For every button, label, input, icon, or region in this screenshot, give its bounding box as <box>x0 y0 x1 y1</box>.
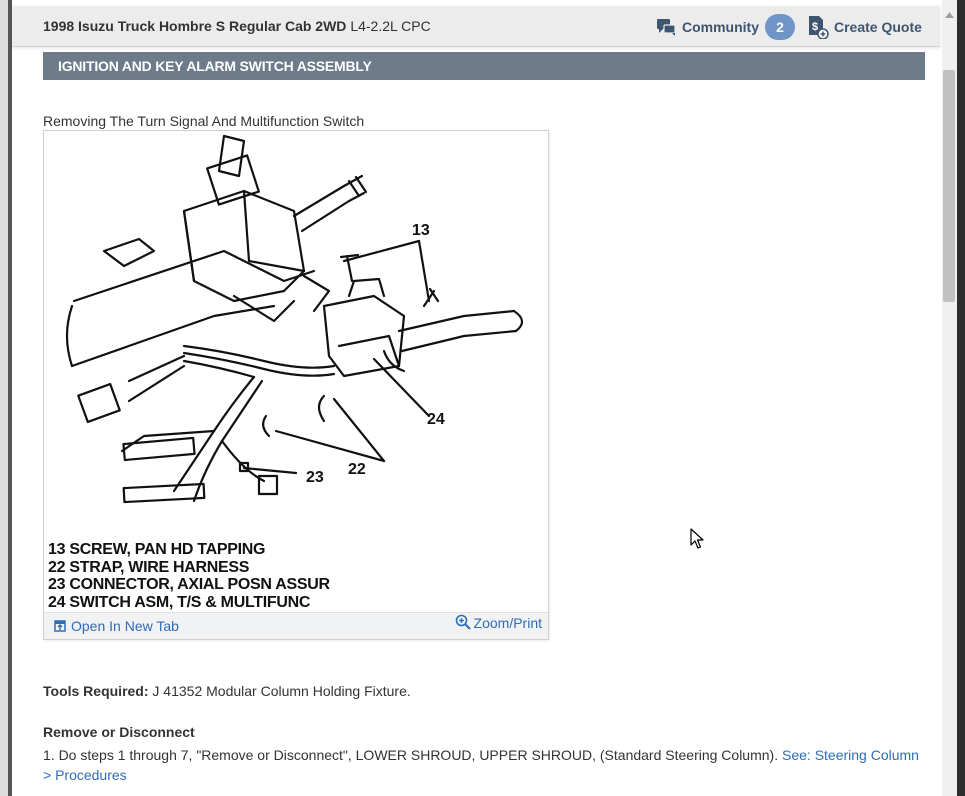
procedure-step-1: 1. Do steps 1 through 7, "Remove or Disc… <box>43 745 923 785</box>
zoom-print-link[interactable]: Zoom/Print <box>455 614 542 632</box>
open-in-new-tab-label: Open In New Tab <box>71 618 179 634</box>
vehicle-name: 1998 Isuzu Truck Hombre S Regular Cab 2W… <box>43 18 347 34</box>
article-pane: 1998 Isuzu Truck Hombre S Regular Cab 2W… <box>12 0 942 796</box>
vehicle-header: 1998 Isuzu Truck Hombre S Regular Cab 2W… <box>12 6 940 47</box>
callout-13: 13 <box>412 222 430 239</box>
diagram-legend: 13 SCREW, PAN HD TAPPING 22 STRAP, WIRE … <box>48 541 330 611</box>
tools-required-label: Tools Required: <box>43 683 149 699</box>
callout-24: 24 <box>427 411 445 428</box>
dollar-document-icon: $ <box>809 16 829 39</box>
community-button[interactable]: Community 2 <box>656 14 795 40</box>
vehicle-engine: L4-2.2L CPC <box>350 18 431 34</box>
tools-required: Tools Required: J 41352 Modular Column H… <box>43 683 411 699</box>
open-in-new-tab-link[interactable]: Open In New Tab <box>54 618 179 634</box>
window-left-edge <box>0 0 8 796</box>
svg-text:$: $ <box>812 21 818 33</box>
steering-column-diagram: 13 24 22 23 <box>65 134 524 504</box>
community-count-badge: 2 <box>765 14 795 40</box>
diagram-figure: 13 24 22 23 13 SCREW, PAN HD TAPPING 22 … <box>43 130 549 640</box>
tools-required-value: J 41352 Modular Column Holding Fixture. <box>152 683 411 699</box>
legend-item: 22 STRAP, WIRE HARNESS <box>48 558 250 576</box>
scrollbar-thumb[interactable] <box>943 70 955 302</box>
magnifier-plus-icon <box>455 614 471 630</box>
step-1-text: 1. Do steps 1 through 7, "Remove or Disc… <box>43 747 779 763</box>
window-right-edge <box>957 0 965 796</box>
open-new-tab-icon <box>54 620 66 632</box>
mouse-pointer-icon <box>690 528 704 549</box>
chat-bubbles-icon <box>657 19 676 36</box>
callout-23: 23 <box>306 469 324 486</box>
section-title-bar: IGNITION AND KEY ALARM SWITCH ASSEMBLY <box>43 52 925 80</box>
figure-caption: Removing The Turn Signal And Multifuncti… <box>43 113 365 129</box>
figure-footer: Open In New Tab Zoom/Print <box>44 612 548 639</box>
legend-item: 24 SWITCH ASM, T/S & MULTIFUNC <box>48 593 311 611</box>
legend-item: 13 SCREW, PAN HD TAPPING <box>48 541 266 558</box>
callout-22: 22 <box>348 461 366 478</box>
scroll-up-arrow-icon[interactable] <box>942 6 957 24</box>
legend-item: 23 CONNECTOR, AXIAL POSN ASSUR <box>48 576 330 593</box>
create-quote-button[interactable]: $ Create Quote <box>807 14 922 40</box>
create-quote-label: Create Quote <box>834 19 922 35</box>
community-label: Community <box>682 19 759 35</box>
zoom-print-label: Zoom/Print <box>473 615 542 631</box>
vehicle-title: 1998 Isuzu Truck Hombre S Regular Cab 2W… <box>43 18 431 34</box>
remove-disconnect-heading: Remove or Disconnect <box>43 724 195 740</box>
